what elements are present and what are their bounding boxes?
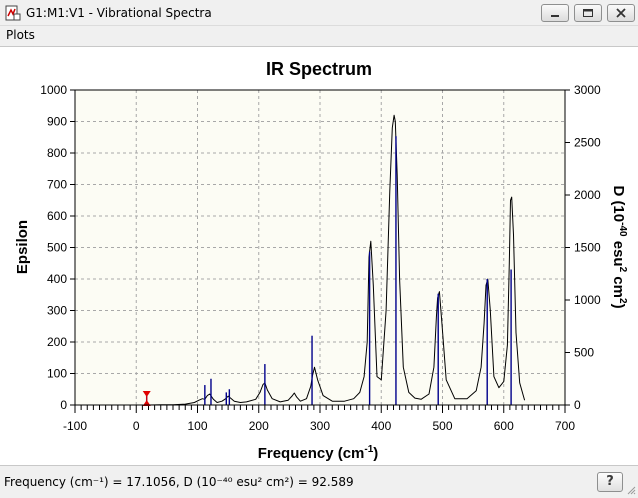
x-tick-label: 600: [494, 419, 514, 433]
x-tick-label: 300: [310, 419, 330, 433]
y2-axis-label: D (10-40 esu2 cm2): [610, 185, 628, 308]
y-tick-label: 700: [47, 178, 67, 192]
ir-spectrum-chart[interactable]: IR Spectrum Epsilon Frequency (cm-1) D (…: [0, 1, 638, 498]
x-axis-label: Frequency (cm-1): [258, 444, 379, 462]
y2-tick-label: 1000: [574, 293, 601, 307]
x-tick-label: 400: [371, 419, 391, 433]
y-tick-label: 500: [47, 241, 67, 255]
y-tick-label: 0: [60, 398, 67, 412]
chart-title: IR Spectrum: [266, 59, 372, 79]
y-tick-label: 600: [47, 209, 67, 223]
y-tick-label: 800: [47, 146, 67, 160]
x-tick-label: 0: [133, 419, 140, 433]
x-tick-label: 700: [555, 419, 575, 433]
y2-tick-label: 2500: [574, 136, 601, 150]
help-button[interactable]: ?: [597, 472, 623, 492]
y-tick-label: 200: [47, 335, 67, 349]
x-tick-label: 200: [249, 419, 269, 433]
y2-tick-label: 500: [574, 346, 594, 360]
status-readout: Frequency (cm⁻¹) = 17.1056, D (10⁻⁴⁰ esu…: [4, 475, 354, 489]
plot-panel[interactable]: IR Spectrum Epsilon Frequency (cm-1) D (…: [0, 46, 638, 466]
status-bar: Frequency (cm⁻¹) = 17.1056, D (10⁻⁴⁰ esu…: [0, 466, 638, 497]
y2-tick-label: 3000: [574, 83, 601, 97]
y-tick-label: 900: [47, 115, 67, 129]
y2-tick-label: 1500: [574, 241, 601, 255]
x-tick-label: 500: [432, 419, 452, 433]
y-tick-label: 100: [47, 367, 67, 381]
y2-tick-label: 0: [574, 398, 581, 412]
resize-grip-icon[interactable]: [626, 485, 636, 495]
x-tick-label: -100: [63, 419, 87, 433]
y2-tick-label: 2000: [574, 188, 601, 202]
y-axis-label: Epsilon: [14, 220, 31, 274]
y-tick-label: 1000: [40, 83, 67, 97]
y-tick-label: 400: [47, 272, 67, 286]
help-icon: ?: [606, 474, 614, 489]
x-tick-label: 100: [187, 419, 207, 433]
y-tick-label: 300: [47, 304, 67, 318]
